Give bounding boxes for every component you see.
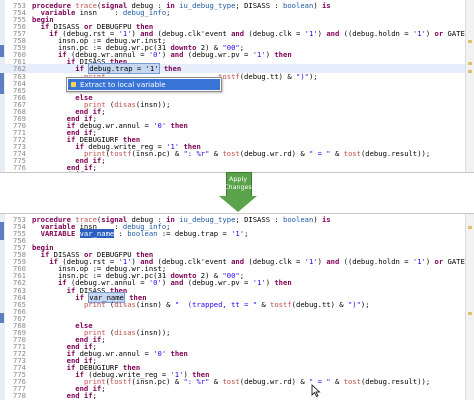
- line-number: 777: [0, 170, 26, 173]
- top-code-editor[interactable]: 753procedure trace(signal debug : in iu_…: [0, 0, 474, 173]
- overview-ruler[interactable]: [465, 214, 474, 400]
- code-token: end if: [32, 170, 84, 173]
- apply-changes-arrow: Apply Changes: [219, 172, 257, 213]
- mouse-pointer-icon: [311, 384, 321, 398]
- quick-fix-icon: [71, 82, 76, 87]
- code-token: ;: [84, 170, 88, 173]
- bottom-code-editor[interactable]: 753procedure trace(signal debug : in iu_…: [0, 213, 474, 400]
- extract-local-variable-label: Extract to local variable: [80, 80, 166, 89]
- extract-local-variable-item[interactable]: Extract to local variable: [68, 79, 220, 90]
- quick-fix-popup[interactable]: Extract to local variable: [66, 77, 222, 92]
- apply-changes-label: Apply Changes: [219, 175, 257, 191]
- overview-ruler[interactable]: [465, 0, 474, 172]
